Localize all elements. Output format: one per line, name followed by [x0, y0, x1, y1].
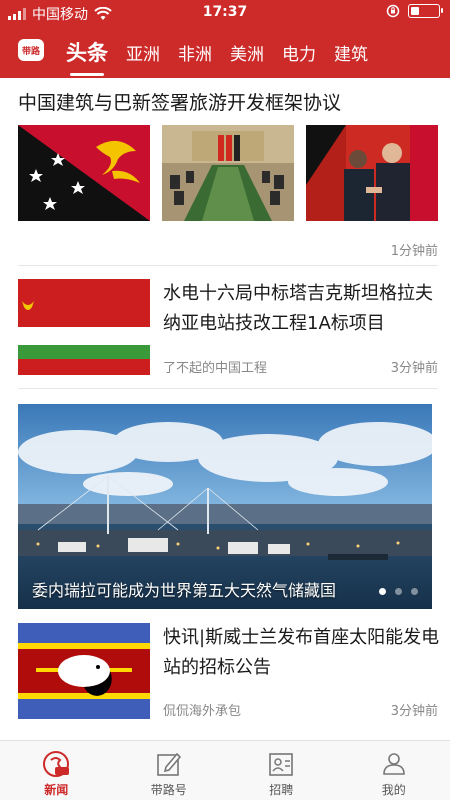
orientation-lock-icon	[386, 4, 400, 18]
recruit-icon	[269, 753, 294, 776]
tab-headlines[interactable]: 头条	[66, 37, 108, 76]
tabbar-recruit[interactable]: 招聘	[225, 741, 338, 800]
tajikistan-flag-image[interactable]	[18, 279, 150, 375]
top-nav-bar: 带路 头条 亚洲 非洲 美洲 电力 建筑	[0, 26, 450, 78]
tab-americas[interactable]: 美洲	[230, 40, 264, 65]
news-icon	[43, 751, 70, 777]
article-time: 3分钟前	[390, 361, 438, 376]
eswatini-flag-image[interactable]	[18, 623, 150, 719]
tab-asia[interactable]: 亚洲	[126, 40, 160, 65]
png-flag-image[interactable]	[18, 125, 150, 221]
article-title[interactable]: 中国建筑与巴新签署旅游开发框架协议	[18, 88, 341, 118]
category-tabs: 头条 亚洲 非洲 美洲 电力 建筑	[66, 26, 368, 78]
banner-caption: 委内瑞拉可能成为世界第五大天然气储藏国	[32, 581, 337, 600]
tabbar-label: 我的	[381, 783, 406, 797]
tab-construction[interactable]: 建筑	[334, 40, 368, 65]
carousel-dot[interactable]	[379, 588, 386, 595]
article-time: 1分钟前	[390, 244, 438, 259]
signing-meeting-image[interactable]	[162, 125, 294, 221]
status-bar: 中国移动 17:37	[0, 0, 450, 26]
status-right	[386, 4, 443, 18]
tabbar-news[interactable]: 新闻	[0, 741, 113, 800]
carousel-dot[interactable]	[411, 588, 418, 595]
article-time: 3分钟前	[390, 704, 438, 719]
divider	[18, 388, 438, 389]
tabbar-label: 招聘	[269, 783, 294, 797]
article-source[interactable]: 了不起的中国工程	[163, 357, 267, 376]
article-source[interactable]: 侃侃海外承包	[163, 700, 241, 719]
leaders-handshake-image[interactable]	[306, 125, 438, 221]
featured-banner[interactable]: 委内瑞拉可能成为世界第五大天然气储藏国	[18, 404, 432, 609]
tab-africa[interactable]: 非洲	[178, 40, 212, 65]
status-time: 17:37	[202, 4, 248, 20]
edit-icon	[156, 752, 181, 776]
profile-icon	[382, 753, 405, 775]
tabs-fade	[420, 26, 450, 78]
battery-icon	[408, 4, 443, 18]
tabbar-label: 带路号	[150, 783, 187, 797]
tab-power[interactable]: 电力	[282, 40, 316, 65]
tabbar-beltroad[interactable]: 带路号	[113, 741, 226, 800]
article-image-row[interactable]	[18, 125, 438, 221]
bottom-tab-bar: 新闻 带路号 招聘 我的	[0, 740, 450, 800]
tabbar-profile[interactable]: 我的	[338, 741, 450, 800]
carousel-dots[interactable]	[379, 588, 418, 595]
battery-level	[411, 7, 419, 15]
article-title[interactable]: 水电十六局中标塔吉克斯坦格拉夫纳亚电站技改工程1A标项目	[163, 279, 445, 339]
divider	[18, 265, 438, 266]
carousel-dot[interactable]	[395, 588, 402, 595]
article-title[interactable]: 快讯|斯威士兰发布首座太阳能发电站的招标公告	[163, 623, 445, 683]
app-logo[interactable]: 带路	[18, 39, 44, 61]
tabbar-label: 新闻	[44, 783, 69, 797]
